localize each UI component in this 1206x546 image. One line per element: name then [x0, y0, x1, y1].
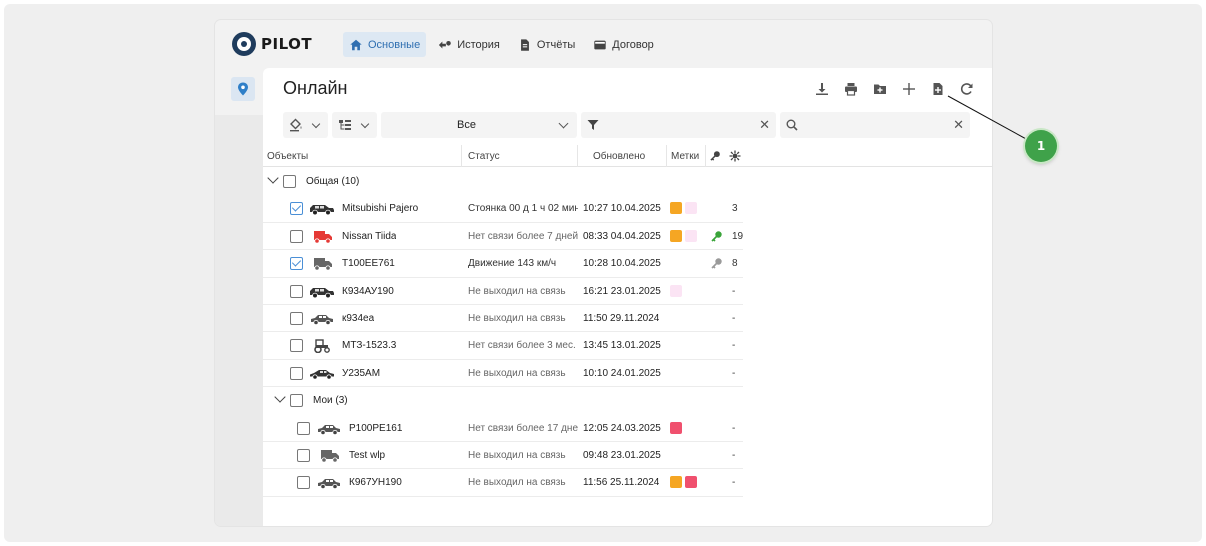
annotation-leader-line	[947, 95, 1029, 141]
annotation-badge: 1	[1025, 130, 1057, 162]
